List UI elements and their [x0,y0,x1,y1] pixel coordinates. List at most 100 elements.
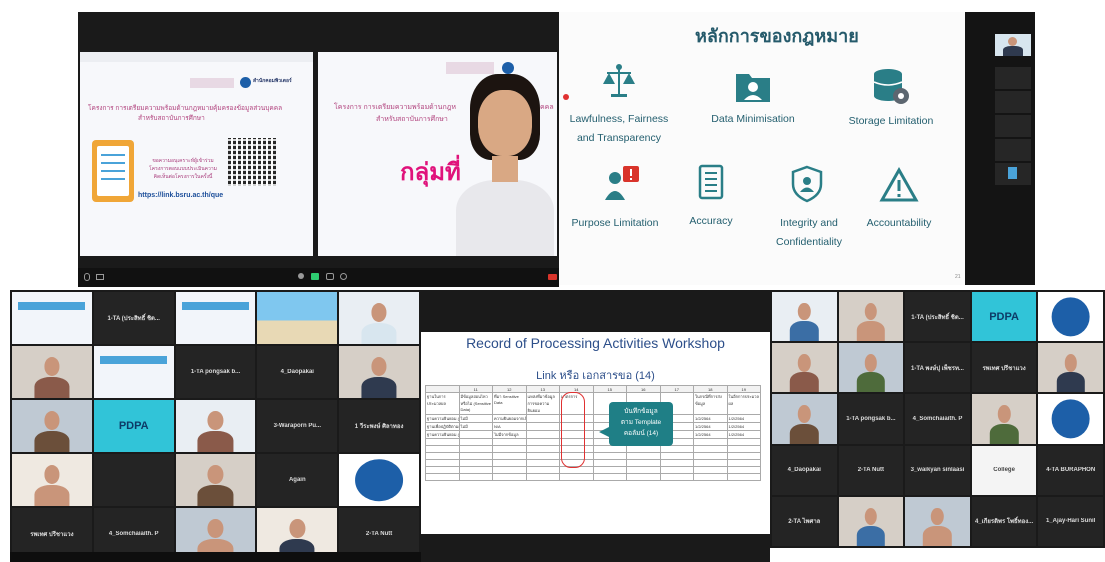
empty-cell[interactable] [458,466,493,474]
record-icon[interactable] [340,273,347,280]
participant-tile[interactable] [12,454,92,506]
mic-icon[interactable] [84,273,90,281]
table-cell[interactable]: 1/2/2564 [693,414,728,423]
empty-cell[interactable] [425,466,460,474]
participant-tile[interactable] [905,496,970,546]
table-cell[interactable] [525,422,560,431]
empty-cell[interactable] [693,459,728,467]
empty-cell[interactable] [525,445,560,453]
empty-cell[interactable] [693,445,728,453]
survey-link[interactable]: https://link.bsru.ac.th/que [138,192,223,199]
table-cell[interactable]: ฐานเพื่อปฏิบัติตามกฎหมาย (Legal Obligati… [425,422,460,431]
participant-tile[interactable] [971,394,1037,444]
empty-cell[interactable] [592,473,627,481]
table-cell[interactable] [525,414,560,423]
empty-cell[interactable] [592,452,627,460]
participant-tile[interactable]: 4_เกียรติพร โพธิ์ทอง... [971,496,1037,546]
empty-cell[interactable] [659,452,694,460]
empty-cell[interactable] [525,473,560,481]
empty-cell[interactable] [726,452,761,460]
empty-cell[interactable] [425,445,460,453]
empty-cell[interactable] [525,438,560,446]
table-cell[interactable]: 1/2/2564 [726,414,761,423]
empty-cell[interactable] [659,466,694,474]
empty-cell[interactable] [659,459,694,467]
participant-tile[interactable]: รพเทศ ปรีชาแวง [971,343,1037,393]
empty-cell[interactable] [626,452,661,460]
participant-tile[interactable]: 2-TA Nutt [838,445,904,495]
table-cell[interactable]: 1/2/2564 [693,422,728,431]
participant-tile[interactable]: 3-Waraporn Pu... [257,400,338,452]
empty-cell[interactable] [492,438,527,446]
empty-cell[interactable] [592,445,627,453]
empty-cell[interactable] [458,473,493,481]
participant-tile[interactable]: 1_Ajay-Hari Sunil [1038,496,1103,546]
table-cell[interactable] [525,430,560,439]
participant-tile[interactable] [175,454,256,506]
participant-tile[interactable] [93,454,174,506]
participant-tile[interactable] [772,343,837,393]
participant-tile[interactable]: 1 วีระพงษ์ ศิลาทอง [339,400,419,452]
participant-tile[interactable] [339,292,419,344]
empty-cell[interactable] [525,459,560,467]
participant-tile[interactable]: 3_waikyan sinlaasi [905,445,970,495]
participant-tile[interactable] [838,292,904,342]
participant-tile[interactable] [339,346,419,398]
empty-cell[interactable] [458,445,493,453]
participant-tile[interactable] [838,343,904,393]
table-cell[interactable]: N/A [492,422,527,431]
participant-tile[interactable]: PDPA [93,400,174,452]
share-screen-icon[interactable] [311,273,319,280]
table-cell[interactable] [458,430,493,439]
participant-tile[interactable]: 4_Daopakai [257,346,338,398]
participant-tile[interactable]: Again [257,454,338,506]
participant-tile[interactable]: 4_Somchaiaith. P [905,394,970,444]
table-cell[interactable]: 1/2/2564 [693,430,728,439]
virtual-background-tile[interactable] [257,292,338,344]
empty-cell[interactable] [726,466,761,474]
empty-cell[interactable] [492,445,527,453]
table-cell[interactable]: 1/2/2564 [726,430,761,439]
table-cell[interactable]: ความยินยอมจากเจ้าของข้อมูล [492,414,527,423]
table-cell[interactable]: ฐานความยินยอม (Consent) [425,414,460,423]
empty-cell[interactable] [425,459,460,467]
table-cell[interactable]: ฐานความยินยอม (Consent) [425,430,460,439]
empty-cell[interactable] [626,459,661,467]
empty-cell[interactable] [693,473,728,481]
empty-cell[interactable] [659,473,694,481]
participant-tile[interactable]: 1-TA pongsak b... [838,394,904,444]
empty-cell[interactable] [458,452,493,460]
table-cell[interactable]: ไม่มี [458,422,493,431]
empty-cell[interactable] [425,473,460,481]
table-cell[interactable]: 1/2/2564 [726,422,761,431]
empty-cell[interactable] [492,452,527,460]
participant-tile[interactable] [12,346,92,398]
participants-icon[interactable] [298,273,304,279]
empty-cell[interactable] [559,473,594,481]
participant-tile[interactable]: 2-TA ไพศาล [772,496,837,546]
empty-cell[interactable] [458,459,493,467]
participant-tile[interactable] [1038,394,1103,444]
empty-cell[interactable] [726,438,761,446]
empty-cell[interactable] [626,445,661,453]
participant-tile[interactable] [175,292,256,344]
empty-cell[interactable] [592,459,627,467]
video-icon[interactable] [96,274,104,280]
participant-tile[interactable]: 1-TA พงษ์ปุ เพ็ชรท... [905,343,970,393]
empty-cell[interactable] [492,466,527,474]
participant-tile[interactable]: 1-TA (ประสิทธิ์ ชิด... [905,292,970,342]
participant-tile[interactable] [93,346,174,398]
empty-cell[interactable] [492,459,527,467]
participant-tile[interactable] [838,496,904,546]
participant-tile[interactable] [12,400,92,452]
participant-tile[interactable]: 1-TA pongsak b... [175,346,256,398]
empty-cell[interactable] [726,459,761,467]
empty-cell[interactable] [525,452,560,460]
empty-cell[interactable] [626,466,661,474]
end-button[interactable] [548,274,557,280]
participant-tile[interactable] [1038,343,1103,393]
empty-cell[interactable] [726,445,761,453]
participant-tile[interactable] [175,400,256,452]
participant-tile[interactable] [339,454,419,506]
participant-tile[interactable]: 4-TA BURAPHON [1038,445,1103,495]
